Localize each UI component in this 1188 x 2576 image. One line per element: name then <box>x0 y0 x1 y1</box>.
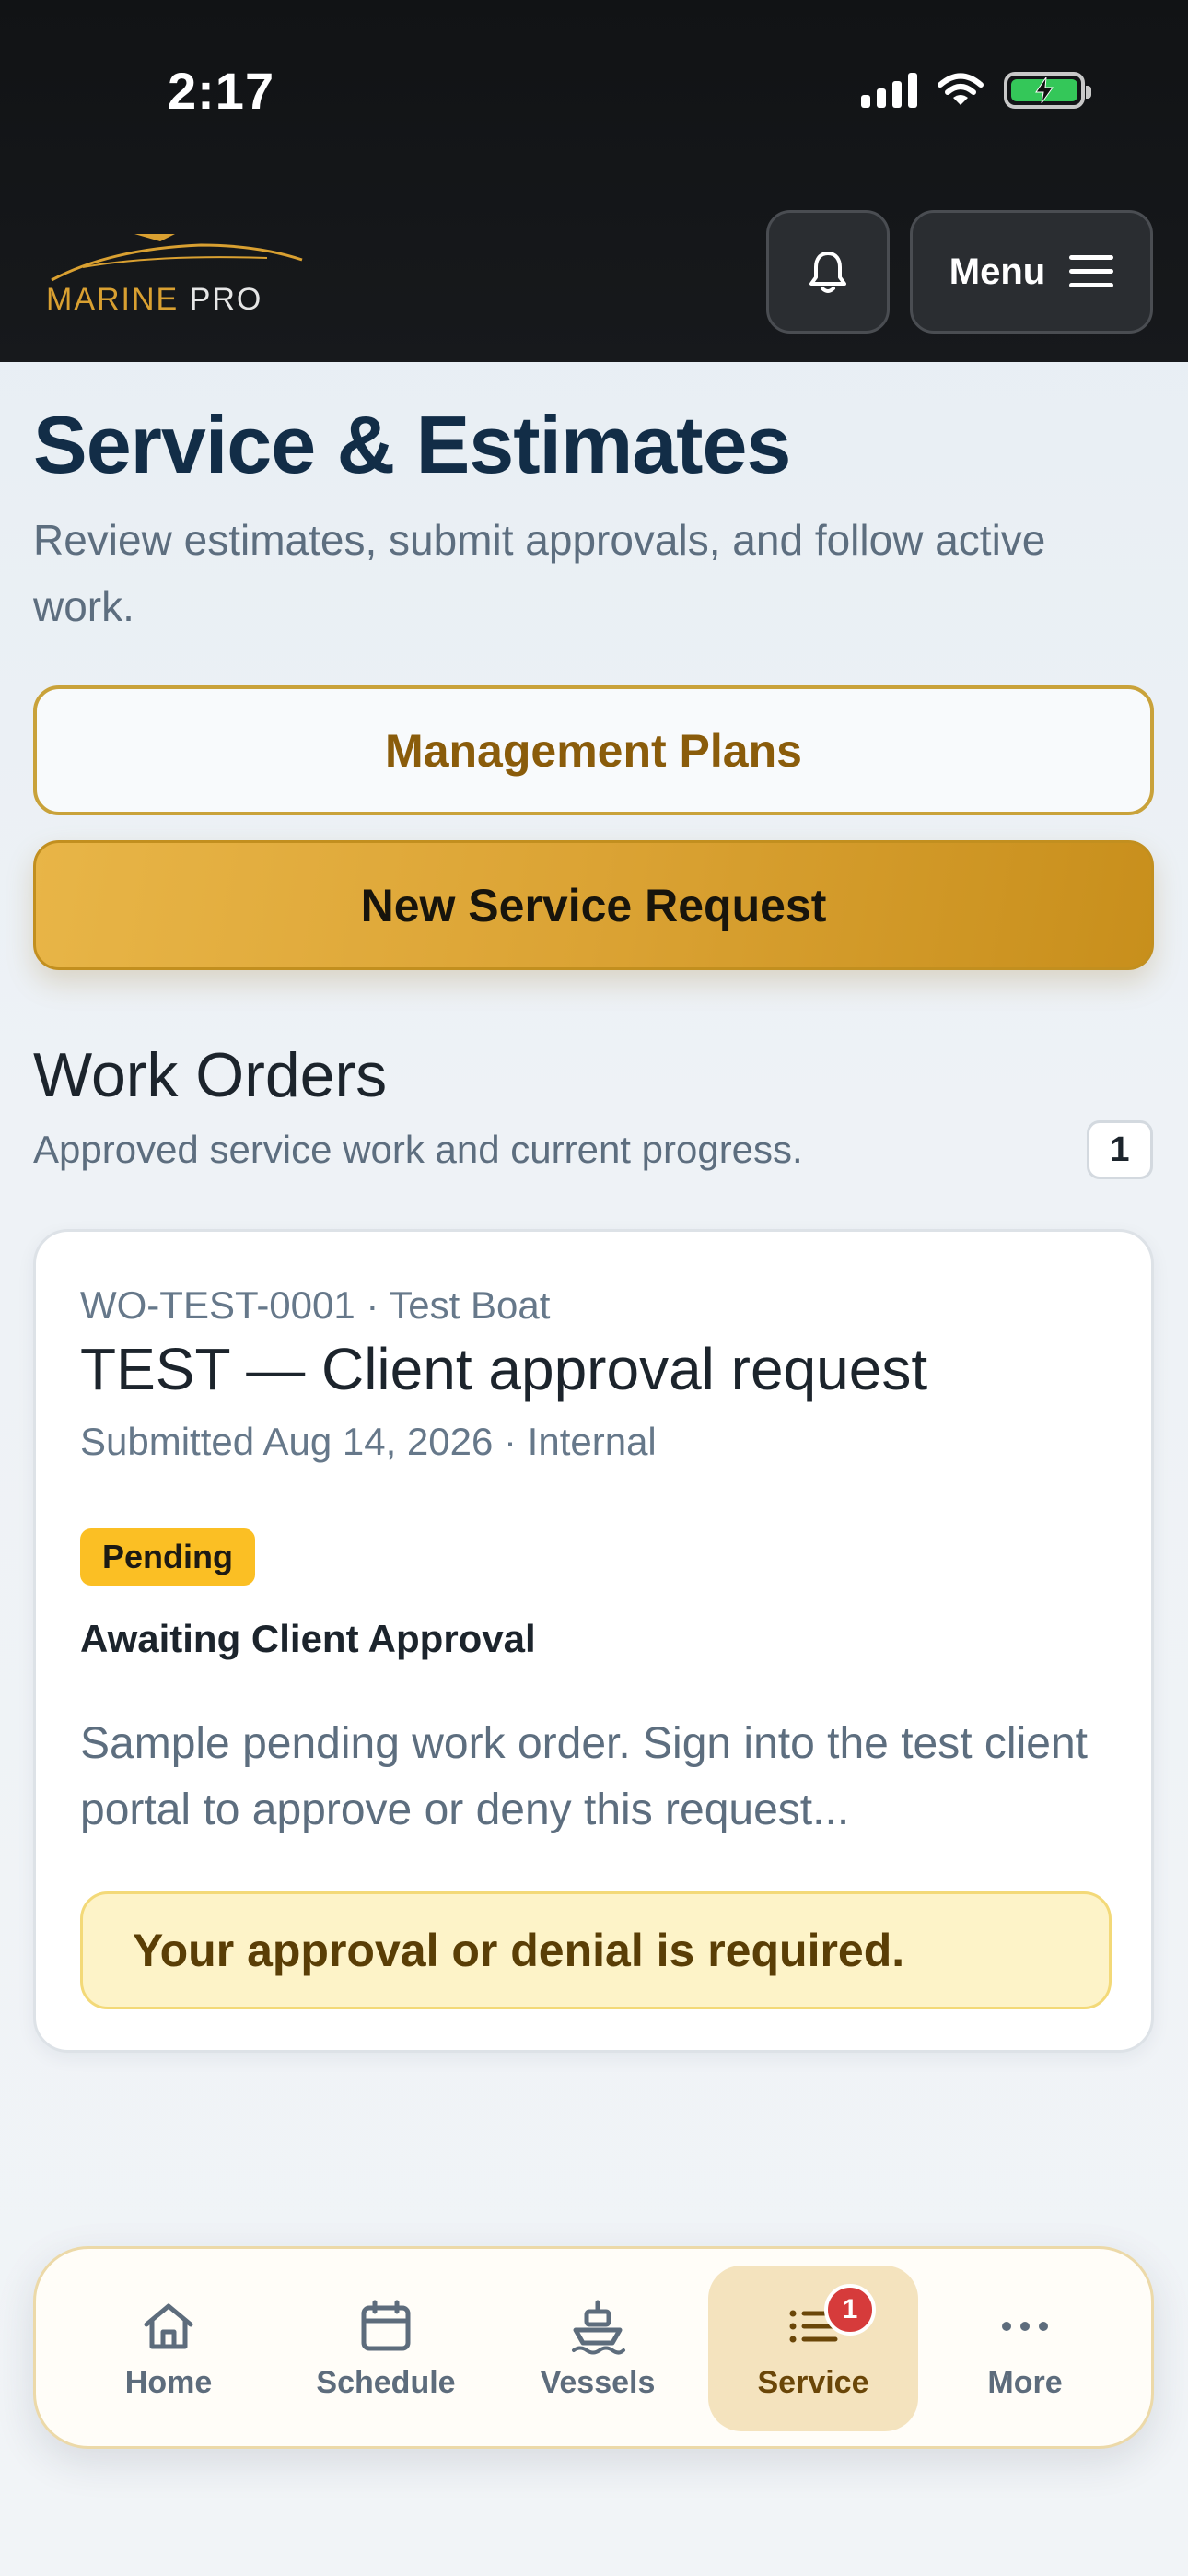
work-order-title: TEST — Client approval request <box>80 1336 928 1402</box>
work-order-submitted: Submitted Aug 14, 2026 · Internal <box>80 1420 657 1463</box>
nav-label-more: More <box>987 2364 1063 2400</box>
service-count-badge: 1 <box>824 2284 876 2336</box>
nav-item-more[interactable]: More <box>920 2266 1130 2431</box>
status-time: 2:17 <box>168 62 275 120</box>
nav-label-service: Service <box>757 2364 869 2400</box>
bell-icon <box>809 252 846 293</box>
boat-logo-icon <box>51 234 303 282</box>
logo-text: MARINE PRO <box>46 282 263 317</box>
bottom-nav: Home Schedule Vessels Service 1 More <box>33 2246 1154 2449</box>
nav-item-schedule[interactable]: Schedule <box>281 2266 491 2431</box>
nav-label-vessels: Vessels <box>540 2364 656 2400</box>
work-order-description: Sample pending work order. Sign into the… <box>80 1719 1088 1834</box>
new-service-request-button[interactable]: New Service Request <box>33 840 1154 970</box>
menu-label: Menu <box>949 251 1046 292</box>
battery-icon <box>1004 72 1091 109</box>
menu-button[interactable]: Menu <box>910 210 1153 334</box>
home-icon <box>144 2303 193 2348</box>
nav-item-home[interactable]: Home <box>64 2266 274 2431</box>
wifi-icon <box>938 73 984 105</box>
work-order-status: Awaiting Client Approval <box>80 1617 536 1660</box>
work-order-card[interactable]: WO-TEST-0001 · Test Boat TEST — Client a… <box>33 1229 1154 2053</box>
work-orders-count-badge: 1 <box>1087 1120 1153 1179</box>
calendar-icon <box>361 2300 411 2350</box>
nav-label-home: Home <box>124 2364 213 2400</box>
notifications-button[interactable] <box>766 210 890 334</box>
approval-required-notice[interactable]: Your approval or denial is required. <box>80 1891 1112 2009</box>
work-orders-subtitle: Approved service work and current progre… <box>33 1128 803 1171</box>
management-plans-button[interactable]: Management Plans <box>33 685 1154 815</box>
status-icons <box>861 72 1091 109</box>
more-icon <box>1002 2321 1048 2331</box>
hamburger-icon <box>1069 255 1114 287</box>
nav-item-vessels[interactable]: Vessels <box>493 2266 703 2431</box>
signal-icon <box>861 73 917 108</box>
marine-pro-logo[interactable]: MARINE PRO <box>46 227 306 319</box>
nav-label-schedule: Schedule <box>316 2364 456 2400</box>
work-order-id-vessel: WO-TEST-0001 · Test Boat <box>80 1283 551 1327</box>
page-title: Service & Estimates <box>33 399 791 490</box>
status-badge: Pending <box>80 1528 255 1586</box>
work-orders-title: Work Orders <box>33 1040 388 1110</box>
page-subtitle: Review estimates, submit approvals, and … <box>33 516 1046 630</box>
boat-icon <box>572 2300 625 2354</box>
top-bar: 2:17 MARINE PRO Menu <box>0 0 1188 362</box>
nav-item-service[interactable]: Service 1 <box>708 2266 918 2431</box>
